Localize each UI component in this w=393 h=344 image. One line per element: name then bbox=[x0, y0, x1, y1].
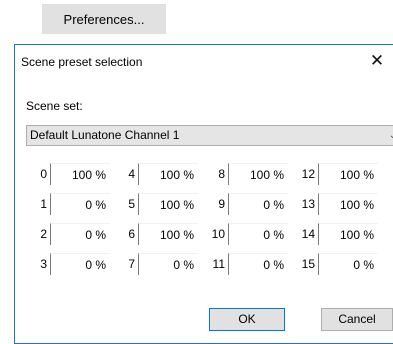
scene-value-input[interactable]: 0 % bbox=[50, 193, 110, 215]
scene-value-input[interactable]: 0 % bbox=[318, 253, 378, 275]
scene-index: 2 bbox=[40, 227, 47, 241]
scene-index: 7 bbox=[128, 257, 135, 271]
scene-value-input[interactable]: 100 % bbox=[318, 193, 378, 215]
scene-index: 14 bbox=[301, 227, 315, 241]
scene-index: 10 bbox=[211, 227, 225, 241]
scene-set-dropdown[interactable]: Default Lunatone Channel 1 ⌄ bbox=[26, 125, 393, 146]
scene-index: 8 bbox=[218, 167, 225, 181]
scene-value-input[interactable]: 0 % bbox=[138, 253, 198, 275]
scene-value-input[interactable]: 0 % bbox=[50, 253, 110, 275]
scene-value-input[interactable]: 100 % bbox=[138, 163, 198, 185]
scene-value-input[interactable]: 0 % bbox=[228, 253, 288, 275]
scene-value-input[interactable]: 100 % bbox=[138, 223, 198, 245]
scene-index: 15 bbox=[301, 257, 315, 271]
cancel-button[interactable]: Cancel bbox=[321, 308, 393, 331]
scene-value-input[interactable]: 100 % bbox=[318, 223, 378, 245]
scene-value-input[interactable]: 100 % bbox=[228, 163, 288, 185]
scene-index: 3 bbox=[40, 257, 47, 271]
scene-value-input[interactable]: 100 % bbox=[138, 193, 198, 215]
scene-index: 12 bbox=[301, 167, 315, 181]
scene-index: 5 bbox=[128, 197, 135, 211]
scene-index: 6 bbox=[128, 227, 135, 241]
scene-index: 0 bbox=[40, 167, 47, 181]
preferences-button[interactable]: Preferences... bbox=[42, 4, 166, 34]
scene-value-input[interactable]: 100 % bbox=[50, 163, 110, 185]
scene-set-label: Scene set: bbox=[26, 99, 83, 113]
scene-value-input[interactable]: 100 % bbox=[318, 163, 378, 185]
scene-index: 4 bbox=[128, 167, 135, 181]
dialog-titlebar: Scene preset selection ✕ bbox=[15, 45, 393, 78]
scene-value-input[interactable]: 0 % bbox=[228, 223, 288, 245]
scene-index: 1 bbox=[40, 197, 47, 211]
chevron-down-icon: ⌄ bbox=[388, 130, 393, 141]
scene-preset-dialog: Scene preset selection ✕ Scene set: Defa… bbox=[14, 44, 393, 344]
dialog-title: Scene preset selection bbox=[21, 55, 143, 69]
close-icon[interactable]: ✕ bbox=[367, 51, 387, 71]
scene-value-input[interactable]: 0 % bbox=[50, 223, 110, 245]
ok-button[interactable]: OK bbox=[209, 308, 285, 331]
scene-index: 13 bbox=[301, 197, 315, 211]
scene-index: 9 bbox=[218, 197, 225, 211]
scene-value-input[interactable]: 0 % bbox=[228, 193, 288, 215]
scene-index: 11 bbox=[212, 257, 225, 271]
scene-set-value: Default Lunatone Channel 1 bbox=[30, 128, 180, 142]
